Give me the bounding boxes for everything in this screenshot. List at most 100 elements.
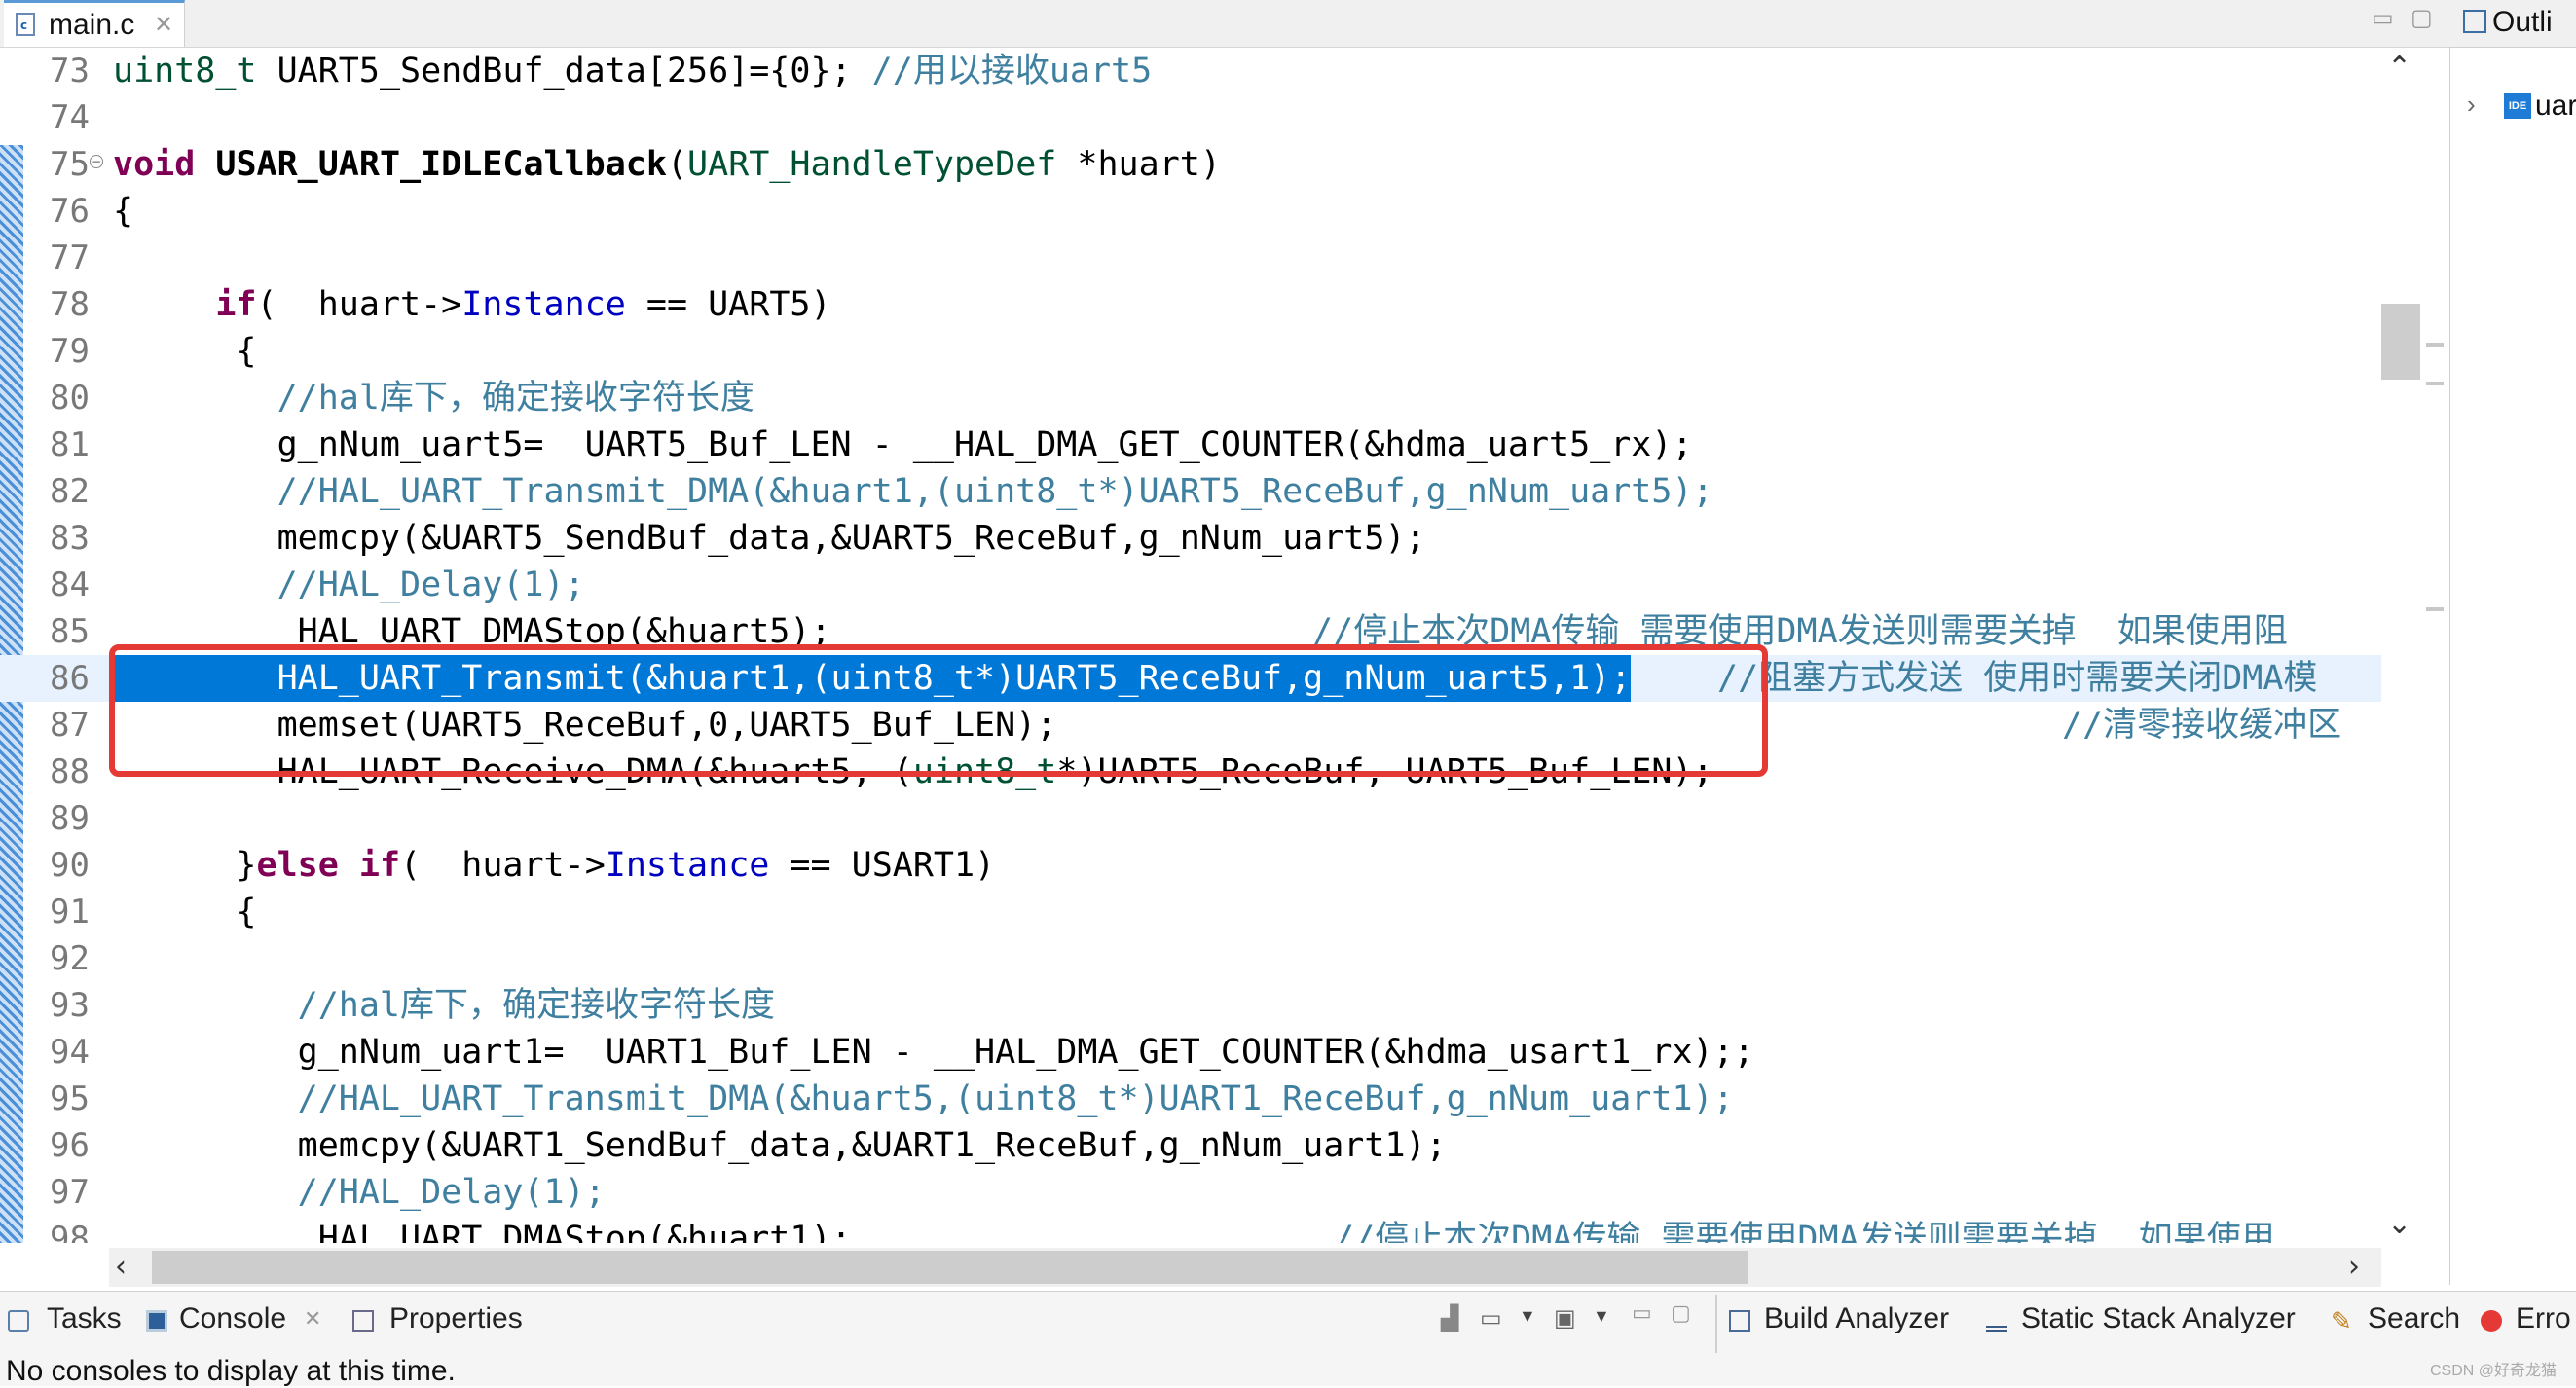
line-number: 82 xyxy=(50,472,90,511)
code-text: }else if( huart->Instance == USART1) xyxy=(113,846,996,885)
outline-tab[interactable]: Outli xyxy=(2449,0,2576,48)
chevron-right-icon[interactable]: › xyxy=(2467,90,2476,120)
code-line: 81 g_nNum_uart5= UART5_Buf_LEN - __HAL_D… xyxy=(0,421,2381,468)
code-line: 90 }else if( huart->Instance == USART1) xyxy=(0,842,2381,889)
line-number: 92 xyxy=(50,939,90,978)
line-number: 77 xyxy=(50,238,90,277)
code-comment: //HAL_UART_Transmit_DMA(&huart5,(uint8_t… xyxy=(113,1079,1734,1118)
code-editor[interactable]: 73 uint8_t UART5_SendBuf_data[256]={0}; … xyxy=(0,48,2381,1243)
line-number: 96 xyxy=(50,1126,90,1165)
editor-tab-bar xyxy=(0,0,2449,48)
maximize-icon[interactable]: ▢ xyxy=(1671,1300,1691,1326)
display-console-icon[interactable]: ▭ xyxy=(1480,1304,1502,1333)
minimize-icon[interactable]: ▭ xyxy=(1632,1300,1652,1326)
horizontal-scroll-thumb[interactable] xyxy=(152,1251,1748,1284)
tab-errors[interactable]: Erro xyxy=(2516,1302,2571,1335)
code-text: memcpy(&UART5_SendBuf_data,&UART5_ReceBu… xyxy=(113,519,1426,558)
code-line: 78 if( huart->Instance == UART5) xyxy=(0,281,2381,328)
scroll-down-icon[interactable]: ⌄ xyxy=(2387,1207,2411,1241)
line-number: 73 xyxy=(50,52,90,91)
outline-tab-label: Outli xyxy=(2492,6,2553,38)
line-number: 79 xyxy=(50,332,90,371)
line-number: 80 xyxy=(50,379,90,418)
scroll-left-icon[interactable]: ‹ xyxy=(115,1250,127,1284)
code-text: g_nNum_uart1= UART1_Buf_LEN - __HAL_DMA_… xyxy=(113,1033,1754,1072)
line-number: 78 xyxy=(50,285,90,324)
code-line: 73 uint8_t UART5_SendBuf_data[256]={0}; … xyxy=(0,48,2381,94)
line-number: 74 xyxy=(50,98,90,137)
code-line: 76 { xyxy=(0,188,2381,235)
line-number: 97 xyxy=(50,1173,90,1212)
line-number: 84 xyxy=(50,566,90,604)
code-line: 92 xyxy=(0,935,2381,982)
console-icon xyxy=(146,1310,167,1332)
scroll-right-icon[interactable]: › xyxy=(2348,1250,2360,1284)
tab-static-stack-analyzer[interactable]: Static Stack Analyzer xyxy=(2021,1302,2296,1335)
line-number: 89 xyxy=(50,799,90,838)
code-line: 93 //hal库下，确定接收字符长度 xyxy=(0,982,2381,1029)
vertical-scroll-thumb[interactable] xyxy=(2381,304,2420,380)
code-text: g_nNum_uart5= UART5_Buf_LEN - __HAL_DMA_… xyxy=(113,425,1693,464)
code-line: 95 //HAL_UART_Transmit_DMA(&huart5,(uint… xyxy=(0,1076,2381,1122)
watermark: CSDN @好奇龙猫 xyxy=(2430,1363,2558,1379)
pin-console-icon[interactable]: ▟ xyxy=(1441,1304,1458,1333)
line-number: 91 xyxy=(50,893,90,931)
tab-search[interactable]: Search xyxy=(2368,1302,2460,1335)
chevron-down-icon[interactable]: ▼ xyxy=(1593,1306,1610,1327)
code-line: 91 { xyxy=(0,889,2381,935)
highlight-box xyxy=(109,644,1768,777)
code-line: 84 //HAL_Delay(1); xyxy=(0,562,2381,608)
chevron-down-icon[interactable]: ▼ xyxy=(1519,1306,1536,1327)
line-number: 95 xyxy=(50,1079,90,1118)
code-line: 89 xyxy=(0,795,2381,842)
error-icon xyxy=(2481,1310,2502,1332)
code-line: 94 g_nNum_uart1= UART1_Buf_LEN - __HAL_D… xyxy=(0,1029,2381,1076)
line-number: 98 xyxy=(50,1220,90,1243)
code-line: 97 //HAL_Delay(1); xyxy=(0,1169,2381,1216)
fold-toggle-icon[interactable]: − xyxy=(90,155,103,168)
code-comment: //HAL_UART_Transmit_DMA(&huart1,(uint8_t… xyxy=(113,472,1713,511)
code-line: 79 { xyxy=(0,328,2381,375)
code-text: { xyxy=(113,332,257,371)
tab-console[interactable]: Console xyxy=(179,1302,286,1335)
code-text: void USAR_UART_IDLECallback(UART_HandleT… xyxy=(113,145,1221,184)
console-message: No consoles to display at this time. xyxy=(6,1355,456,1387)
outline-item-label: uar xyxy=(2535,90,2576,122)
maximize-icon[interactable]: ▢ xyxy=(2410,4,2433,31)
c-file-icon: c xyxy=(16,13,35,36)
scroll-up-icon[interactable]: ⌃ xyxy=(2387,51,2411,85)
close-icon[interactable]: ✕ xyxy=(304,1306,321,1332)
code-text: uint8_t UART5_SendBuf_data[256]={0}; //用… xyxy=(113,52,1153,91)
line-number: 85 xyxy=(50,612,90,651)
code-line: 83 memcpy(&UART5_SendBuf_data,&UART5_Rec… xyxy=(0,515,2381,562)
minimize-icon[interactable]: ▭ xyxy=(2372,4,2394,31)
tab-tasks[interactable]: Tasks xyxy=(47,1302,122,1335)
code-text: { xyxy=(113,192,134,231)
code-comment: //停止本次DMA传输 需要使用DMA发送则需要关掉 如果使用 xyxy=(1334,1220,2275,1243)
code-line: 80 //hal库下，确定接收字符长度 xyxy=(0,375,2381,421)
line-number: 93 xyxy=(50,986,90,1025)
line-number: 87 xyxy=(50,706,90,745)
line-number: 83 xyxy=(50,519,90,558)
code-text: memcpy(&UART1_SendBuf_data,&UART1_ReceBu… xyxy=(113,1126,1447,1165)
line-number: 81 xyxy=(50,425,90,464)
tab-properties[interactable]: Properties xyxy=(389,1302,523,1335)
new-console-icon[interactable]: ▣ xyxy=(1554,1304,1576,1333)
close-icon[interactable]: ✕ xyxy=(154,11,173,39)
code-text: { xyxy=(113,893,257,931)
ide-badge-icon: IDE xyxy=(2504,93,2531,119)
line-number: 76 xyxy=(50,192,90,231)
outline-panel xyxy=(2449,0,2576,1285)
line-number: 90 xyxy=(50,846,90,885)
code-comment: //HAL_Delay(1); xyxy=(113,1173,606,1212)
search-icon: ✎ xyxy=(2331,1306,2352,1335)
code-comment: //hal库下，确定接收字符长度 xyxy=(113,986,776,1025)
line-number: 86 xyxy=(50,659,90,698)
tab-build-analyzer[interactable]: Build Analyzer xyxy=(1764,1302,1949,1335)
build-analyzer-icon xyxy=(1729,1310,1750,1332)
outline-item[interactable]: › IDE uar xyxy=(2467,90,2576,125)
code-line: 82 //HAL_UART_Transmit_DMA(&huart1,(uint… xyxy=(0,468,2381,515)
tab-main-c[interactable]: c main.c ✕ xyxy=(4,0,185,47)
code-line: 74 xyxy=(0,94,2381,141)
vertical-scrollbar[interactable] xyxy=(2381,48,2424,1243)
